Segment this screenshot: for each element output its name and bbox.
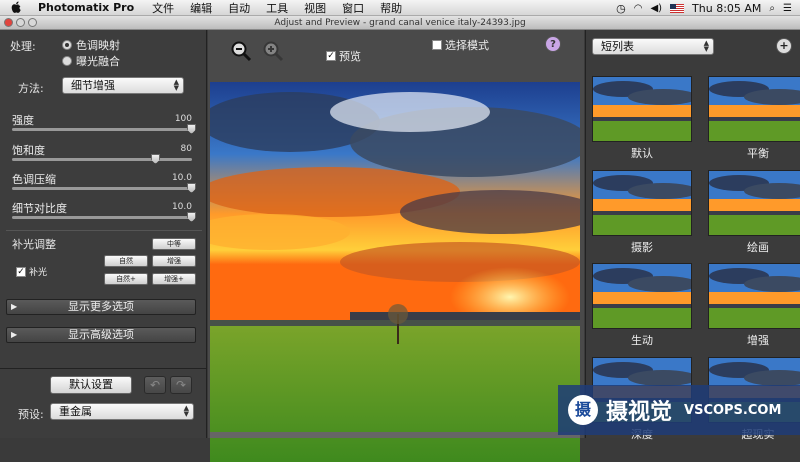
slider-track[interactable]: [12, 216, 192, 219]
preset-thumbnail-label: 生动: [631, 334, 653, 347]
apple-icon[interactable]: [10, 1, 24, 15]
show-advanced-options-button[interactable]: ▶ 显示高级选项: [6, 327, 196, 343]
preset-label: 预设:: [18, 408, 44, 421]
menu-window[interactable]: 窗口: [342, 0, 364, 16]
slider-track[interactable]: [12, 128, 192, 131]
empty-checkbox-icon: [432, 40, 442, 50]
redo-icon: ↷: [175, 378, 187, 392]
redo-button[interactable]: ↷: [170, 376, 192, 394]
preset-thumbnail[interactable]: 默认: [592, 76, 692, 161]
preset-thumbnail-image[interactable]: [592, 170, 692, 236]
help-icon[interactable]: ?: [545, 36, 561, 52]
watermark-text: 摄视觉: [606, 400, 673, 425]
checkmark-icon: ✓: [326, 51, 336, 61]
watermark: 摄 摄视觉 VSCOPS.COM: [558, 385, 800, 435]
radio-tone-mapping[interactable]: 色调映射: [62, 37, 120, 53]
preview-area: ✓ 预览 选择模式 ?: [208, 30, 584, 462]
slider-thumb[interactable]: [151, 154, 160, 164]
select-mode-checkbox[interactable]: 选择模式: [432, 37, 489, 53]
window-title: Adjust and Preview - grand canal venice …: [274, 18, 526, 28]
method-select[interactable]: 细节增强 ▲ ▼: [62, 77, 184, 94]
select-arrows-icon: ▲ ▼: [703, 39, 709, 53]
app-name[interactable]: Photomatix Pro: [38, 1, 134, 14]
thumbnail-view-select[interactable]: 短列表 ▲ ▼: [592, 38, 714, 55]
watermark-url: VSCOPS.COM: [684, 402, 782, 418]
presets-panel: 短列表 ▲▼ + 默认平衡摄影绘画生动增强深度超现实: [585, 30, 800, 441]
checkmark-icon: ✓: [16, 266, 26, 277]
fill-natural-button[interactable]: 自然: [104, 255, 148, 267]
fill-enhance-button[interactable]: 增强: [152, 255, 196, 267]
select-arrows-icon: ▲ ▼: [183, 404, 189, 418]
window-titlebar: Adjust and Preview - grand canal venice …: [0, 16, 800, 30]
preset-thumbnail-label: 摄影: [631, 241, 653, 254]
radio-dot-icon: [62, 56, 72, 66]
preset-thumbnail[interactable]: 绘画: [708, 170, 800, 255]
volume-icon[interactable]: ◀): [650, 3, 662, 14]
preset-thumbnail[interactable]: 增强: [708, 263, 800, 348]
radio-exposure-fusion[interactable]: 曝光融合: [62, 53, 120, 69]
select-arrows-icon: ▲ ▼: [173, 78, 179, 92]
menubar-clock[interactable]: Thu 8:05 AM: [692, 2, 761, 15]
slider-thumb[interactable]: [187, 124, 196, 134]
minimize-window-button[interactable]: [16, 18, 25, 27]
preset-thumbnail-image[interactable]: [708, 76, 800, 142]
slider-thumb[interactable]: [187, 212, 196, 222]
close-window-button[interactable]: [4, 18, 13, 27]
preset-select[interactable]: 重金属 ▲ ▼: [50, 403, 194, 420]
menu-bar: Photomatix Pro 文件 编辑 自动 工具 视图 窗口 帮助 ◷ ◠ …: [0, 0, 800, 16]
preset-thumbnail[interactable]: 摄影: [592, 170, 692, 255]
preset-thumbnail-label: 默认: [631, 147, 653, 160]
menu-automate[interactable]: 自动: [228, 0, 250, 16]
preset-thumbnail-image[interactable]: [592, 263, 692, 329]
process-label: 处理:: [10, 40, 36, 53]
preset-thumbnail[interactable]: 生动: [592, 263, 692, 348]
add-preset-icon[interactable]: +: [776, 38, 792, 54]
fill-light-checkbox[interactable]: ✓ 补光: [16, 265, 47, 278]
undo-button[interactable]: ↶: [144, 376, 166, 394]
watermark-logo: 摄: [568, 395, 598, 425]
menu-file[interactable]: 文件: [152, 0, 174, 16]
hdr-preview-image[interactable]: [210, 82, 580, 462]
fill-enhance-plus-button[interactable]: 增强+: [152, 273, 196, 285]
default-settings-button[interactable]: 默认设置: [50, 376, 132, 394]
method-label: 方法:: [18, 82, 44, 95]
fill-medium-button[interactable]: 中等: [152, 238, 196, 250]
preset-thumbnail-image[interactable]: [708, 170, 800, 236]
preview-checkbox[interactable]: ✓ 预览: [326, 48, 361, 64]
disclosure-triangle-icon: ▶: [11, 330, 18, 339]
preset-thumbnail-label: 绘画: [747, 241, 769, 254]
menu-view[interactable]: 视图: [304, 0, 326, 16]
menu-tools[interactable]: 工具: [266, 0, 288, 16]
preset-thumbnail[interactable]: 平衡: [708, 76, 800, 161]
preview-scrollbar[interactable]: [210, 432, 580, 438]
spotlight-icon[interactable]: ⌕: [769, 3, 775, 14]
fill-light-title: 补光调整: [12, 238, 56, 251]
menu-edit[interactable]: 编辑: [190, 0, 212, 16]
slider-track[interactable]: [12, 187, 192, 190]
show-more-options-button[interactable]: ▶ 显示更多选项: [6, 299, 196, 315]
input-flag-icon[interactable]: [670, 3, 685, 13]
slider-track[interactable]: [12, 158, 192, 161]
fill-natural-plus-button[interactable]: 自然+: [104, 273, 148, 285]
notification-icon[interactable]: ☰: [783, 3, 792, 14]
preset-thumbnail-image[interactable]: [592, 76, 692, 142]
radio-dot-icon: [62, 40, 72, 50]
preset-thumbnail-label: 增强: [747, 334, 769, 347]
zoom-in-icon[interactable]: [262, 40, 284, 65]
undo-icon: ↶: [149, 378, 161, 392]
divider: [0, 368, 207, 369]
menu-help[interactable]: 帮助: [380, 0, 402, 16]
disclosure-triangle-icon: ▶: [11, 302, 18, 311]
zoom-window-button[interactable]: [28, 18, 37, 27]
zoom-out-icon[interactable]: [230, 40, 252, 65]
slider-thumb[interactable]: [187, 183, 196, 193]
time-machine-icon[interactable]: ◷: [616, 2, 626, 15]
preset-thumbnail-image[interactable]: [708, 263, 800, 329]
settings-panel: 处理: 色调映射 曝光融合 方法: 细节增强 ▲ ▼ 强度 100 饱和度 80 …: [0, 30, 207, 438]
preset-thumbnail-label: 平衡: [747, 147, 769, 160]
wifi-icon[interactable]: ◠: [634, 3, 643, 14]
